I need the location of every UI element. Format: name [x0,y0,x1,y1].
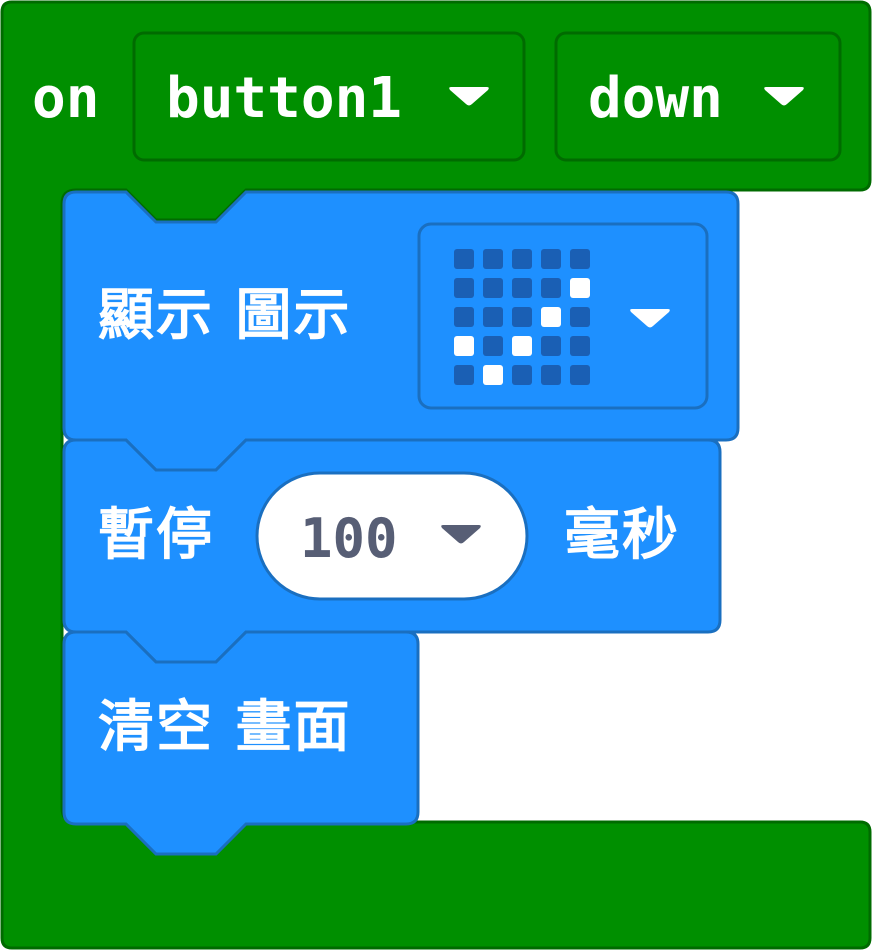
led-2-3-on[interactable] [541,307,561,327]
led-2-4-off[interactable] [570,307,590,327]
led-4-3-off[interactable] [541,365,561,385]
led-3-4-off[interactable] [570,336,590,356]
pause-unit-label: 毫秒 [564,503,680,568]
blocks-canvas [0,0,872,950]
led-4-2-off[interactable] [512,365,532,385]
on-keyword: on [32,66,100,131]
led-2-2-off[interactable] [512,307,532,327]
led-2-0-off[interactable] [454,307,474,327]
action-dropdown-value: down [588,66,723,131]
show-icon-label: 顯示 圖示 [98,283,352,348]
led-4-1-on[interactable] [483,365,503,385]
led-0-0-off[interactable] [454,249,474,269]
led-0-3-off[interactable] [541,249,561,269]
led-4-0-off[interactable] [454,365,474,385]
led-0-4-off[interactable] [570,249,590,269]
led-0-2-off[interactable] [512,249,532,269]
led-0-1-off[interactable] [483,249,503,269]
clear-screen-label: 清空 畫面 [98,695,352,760]
led-1-3-off[interactable] [541,278,561,298]
pause-label: 暫停 [98,503,214,568]
led-1-1-off[interactable] [483,278,503,298]
led-3-2-on[interactable] [512,336,532,356]
led-1-2-off[interactable] [512,278,532,298]
led-3-0-on[interactable] [454,336,474,356]
ms-field-value: 100 [300,507,398,570]
led-1-4-on[interactable] [570,278,590,298]
button-dropdown-value: button1 [166,66,403,131]
led-2-1-off[interactable] [483,307,503,327]
led-3-3-off[interactable] [541,336,561,356]
led-4-4-off[interactable] [570,365,590,385]
led-3-1-off[interactable] [483,336,503,356]
led-1-0-off[interactable] [454,278,474,298]
